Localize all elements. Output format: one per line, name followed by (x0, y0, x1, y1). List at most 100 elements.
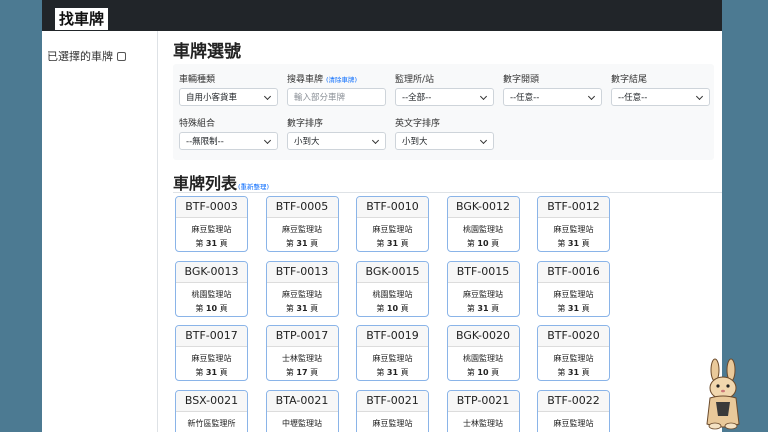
plate-page: 第 10 頁 (448, 367, 519, 378)
plate-number: BTF-0019 (357, 326, 428, 347)
plate-card[interactable]: BTP-0017 士林監理站第 17 頁 (265, 325, 339, 381)
station-label: 監理所/站 (395, 75, 435, 85)
plate-card[interactable]: BTF-0017 麻豆監理站第 31 頁 (175, 325, 248, 381)
page-suffix: 頁 (219, 239, 228, 248)
plate-station: 麻豆監理站 (553, 225, 594, 234)
plate-card[interactable]: BSX-0021 新竹區監理所 (175, 389, 248, 432)
plate-card[interactable]: BTF-0010 麻豆監理站第 31 頁 (356, 196, 429, 252)
plate-card[interactable]: BTF-0022 麻豆監理站 (537, 389, 610, 432)
plate-number: BTF-0010 (357, 197, 428, 218)
search-label-text: 搜尋車牌 (287, 75, 324, 85)
top-navbar: 找車牌 (42, 0, 722, 32)
plate-card[interactable]: BTP-0021 士林監理站 (446, 389, 520, 432)
plate-number: BTF-0021 (357, 390, 428, 412)
plate-page: 第 31 頁 (538, 238, 609, 249)
plate-station: 麻豆監理站 (282, 289, 322, 299)
plate-card[interactable]: BTF-0019 麻豆監理站第 31 頁 (356, 325, 429, 381)
station-select[interactable]: --全部-- (395, 88, 494, 106)
alpha-sort-value: 小到大 (402, 137, 428, 147)
plate-page: 第 10 頁 (176, 303, 247, 314)
brand-logo[interactable]: 找車牌 (53, 6, 111, 32)
page-number: 31 (296, 239, 308, 248)
page-suffix: 頁 (400, 303, 409, 313)
clear-plate-link[interactable]: (清除車牌) (326, 76, 357, 84)
plate-number: BGK-0020 (447, 326, 519, 347)
page-suffix: 頁 (310, 368, 319, 377)
search-label: 搜尋車牌 (清除車牌) (287, 72, 357, 85)
selected-plates-label: 已選擇的車牌 (47, 50, 113, 63)
plate-page: 第 31 頁 (357, 238, 428, 249)
plate-number: BTF-0022 (538, 390, 609, 412)
plate-list-title: 車牌列表(重新整理) (173, 170, 269, 194)
alpha-sort-select[interactable]: 小到大 (395, 132, 494, 150)
plate-station: 麻豆監理站 (372, 225, 413, 234)
plate-page: 第 10 頁 (357, 303, 428, 314)
page-suffix: 頁 (581, 239, 590, 248)
plate-page: 第 31 頁 (176, 238, 247, 249)
plate-station: 桃園監理站 (191, 289, 232, 299)
plate-card[interactable]: BGK-0015 桃園監理站第 10 頁 (356, 260, 429, 317)
refresh-link[interactable]: (重新整理) (238, 183, 269, 191)
page-prefix: 第 (195, 368, 204, 377)
prefix-select[interactable]: --任意-- (503, 88, 602, 106)
page-suffix: 頁 (219, 303, 228, 313)
page-title: 車牌選號 (173, 42, 241, 62)
plate-card[interactable]: BTF-0005 麻豆監理站第 31 頁 (265, 196, 339, 252)
page-number: 10 (205, 303, 218, 313)
plate-station: 麻豆監理站 (553, 418, 594, 428)
page-prefix: 第 (376, 368, 385, 377)
vehicle-type-label: 車輛種類 (179, 75, 216, 85)
plate-card[interactable]: BTF-0013 麻豆監理站第 31 頁 (265, 260, 339, 317)
plate-card[interactable]: BTF-0020 麻豆監理站第 31 頁 (537, 325, 610, 381)
page-number: 31 (386, 368, 399, 377)
suffix-label: 數字結尾 (611, 75, 648, 85)
page-prefix: 第 (285, 239, 294, 248)
plate-number: BTP-0017 (266, 326, 338, 347)
page-prefix: 第 (285, 303, 294, 313)
page-number: 31 (205, 368, 218, 377)
chevron-down-icon (371, 136, 380, 145)
plate-search-input[interactable]: 輸入部分車牌 (287, 88, 386, 106)
main-content: 車牌選號 車輛種類 自用小客貨車 搜尋車牌 (清除車牌) 輸入部分車牌 監理所/站… (158, 31, 722, 432)
plate-page: 第 31 頁 (267, 238, 338, 249)
plate-number: BTA-0021 (266, 390, 338, 412)
page-number: 31 (205, 239, 218, 248)
plate-page: 第 10 頁 (448, 238, 519, 249)
page-prefix: 第 (466, 239, 475, 248)
page-number: 31 (567, 368, 580, 377)
plate-card[interactable]: BTF-0012 麻豆監理站第 31 頁 (537, 196, 610, 252)
plate-station: 麻豆監理站 (191, 354, 232, 363)
rabbit-mascot-icon (706, 358, 740, 430)
plate-card[interactable]: BGK-0012 桃園監理站第 10 頁 (446, 196, 520, 252)
plate-number: BTF-0003 (176, 197, 247, 218)
num-sort-select[interactable]: 小到大 (287, 132, 386, 150)
page-suffix: 頁 (581, 303, 590, 313)
num-sort-label: 數字排序 (287, 119, 324, 129)
plate-card[interactable]: BGK-0020 桃園監理站第 10 頁 (446, 325, 520, 381)
plate-page: 第 31 頁 (448, 303, 519, 314)
page-prefix: 第 (466, 368, 475, 377)
sidebar: 已選擇的車牌 (42, 31, 158, 432)
page-suffix: 頁 (491, 239, 500, 248)
suffix-select[interactable]: --任意-- (611, 88, 710, 106)
page-prefix: 第 (466, 303, 475, 313)
plate-number: BTF-0020 (538, 326, 609, 347)
plate-number: BTF-0005 (266, 197, 338, 218)
plate-station: 麻豆監理站 (372, 418, 413, 428)
plate-card[interactable]: BTF-0021 麻豆監理站 (356, 389, 429, 432)
page-number: 31 (296, 303, 308, 313)
prefix-label: 數字開頭 (503, 75, 540, 85)
plate-number: BTF-0016 (538, 261, 609, 283)
page-number: 31 (567, 239, 580, 248)
plate-card[interactable]: BTF-0016 麻豆監理站第 31 頁 (537, 260, 610, 317)
plate-card[interactable]: BTF-0015 麻豆監理站第 31 頁 (446, 260, 520, 317)
plate-station: 麻豆監理站 (553, 289, 594, 299)
plate-card[interactable]: BGK-0013 桃園監理站第 10 頁 (175, 260, 248, 317)
plate-card[interactable]: BTF-0003 麻豆監理站第 31 頁 (175, 196, 248, 252)
vehicle-type-select[interactable]: 自用小客貨車 (179, 88, 278, 106)
browser-window: 找車牌 已選擇的車牌 車牌選號 車輛種類 自用小客貨車 搜尋車牌 (清除車牌) 輸… (42, 0, 722, 432)
plate-card[interactable]: BTA-0021 中壢監理站 (265, 389, 339, 432)
plate-station: 麻豆監理站 (463, 289, 503, 299)
special-select[interactable]: --無限制-- (179, 132, 278, 150)
copy-icon[interactable] (117, 52, 126, 61)
